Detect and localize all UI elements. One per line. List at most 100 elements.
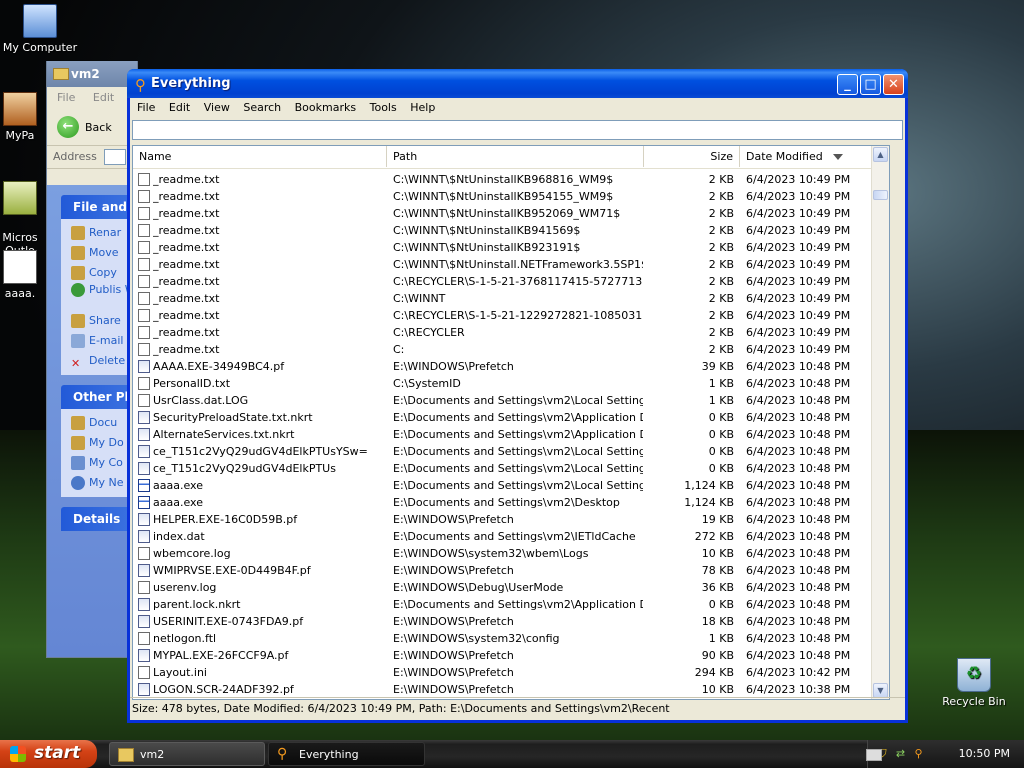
column-header-name[interactable]: Name bbox=[133, 146, 387, 167]
result-row[interactable]: AAAA.EXE-34949BC4.pf E:\WINDOWS\Prefetch 3… bbox=[133, 358, 889, 375]
column-header-path[interactable]: Path bbox=[387, 146, 644, 167]
result-row[interactable]: aaaa.exe E:\Documents and Settings\vm2\Lo… bbox=[133, 477, 889, 494]
column-header-date-modified[interactable]: Date Modified bbox=[740, 146, 889, 167]
desktop-icon-aaaa[interactable]: aaaa. bbox=[0, 250, 50, 300]
result-row[interactable]: netlogon.ftl E:\WINDOWS\system32\config 1 … bbox=[133, 630, 889, 647]
everything-title-bar[interactable]: ⚲ Everything _ □ ✕ bbox=[127, 69, 908, 98]
menu-view[interactable]: View bbox=[204, 101, 230, 114]
menu-edit[interactable]: Edit bbox=[93, 91, 114, 104]
copy-icon bbox=[71, 266, 85, 280]
maximize-button[interactable]: □ bbox=[860, 74, 881, 95]
result-row[interactable]: _readme.txt C:\WINNT\$NtUninstall.NETFram… bbox=[133, 256, 889, 273]
result-row[interactable]: aaaa.exe E:\Documents and Settings\vm2\De… bbox=[133, 494, 889, 511]
other-places-header[interactable]: Other Pla bbox=[61, 385, 137, 409]
back-button[interactable]: Back bbox=[85, 121, 112, 134]
menu-file[interactable]: File bbox=[137, 101, 155, 114]
result-path: E:\Documents and Settings\vm2\Local Sett… bbox=[393, 445, 643, 458]
result-row[interactable]: _readme.txt C:\WINNT\$NtUninstallKB923191… bbox=[133, 239, 889, 256]
taskbar-button-label: Everything bbox=[299, 748, 359, 761]
keyboard-icon[interactable] bbox=[866, 749, 882, 761]
result-row[interactable]: _readme.txt C:\RECYCLER\S-1-5-21-37681174… bbox=[133, 273, 889, 290]
menu-bookmarks[interactable]: Bookmarks bbox=[295, 101, 356, 114]
scroll-up-button[interactable]: ▲ bbox=[873, 147, 888, 162]
address-input[interactable] bbox=[104, 149, 127, 165]
result-date: 6/4/2023 10:48 PM bbox=[746, 462, 851, 475]
result-path: E:\WINDOWS\Prefetch bbox=[393, 564, 514, 577]
menu-tools[interactable]: Tools bbox=[370, 101, 397, 114]
desktop-icon-mypal[interactable]: MyPa bbox=[0, 92, 50, 142]
minimize-button[interactable]: _ bbox=[837, 74, 858, 95]
result-row[interactable]: Layout.ini E:\WINDOWS\Prefetch 294 KB 6/4/2… bbox=[133, 664, 889, 681]
scroll-down-button[interactable]: ▼ bbox=[873, 683, 888, 698]
desktop-icon-outlook[interactable]: Micros Outlo bbox=[0, 168, 50, 257]
everything-window[interactable]: ⚲ Everything _ □ ✕ File Edit View Search… bbox=[127, 69, 908, 723]
result-row[interactable]: SecurityPreloadState.txt.nkrt E:\Document… bbox=[133, 409, 889, 426]
result-path: E:\WINDOWS\Debug\UserMode bbox=[393, 581, 564, 594]
magnifier-icon[interactable]: ⚲ bbox=[912, 747, 925, 760]
results-list[interactable]: Name Path Size Date Modified _readme.txt… bbox=[132, 145, 890, 700]
result-row[interactable]: UsrClass.dat.LOG E:\Documents and Setting… bbox=[133, 392, 889, 409]
result-name: PersonalID.txt bbox=[153, 377, 231, 390]
result-size: 1,124 KB bbox=[684, 496, 734, 509]
result-path: E:\Documents and Settings\vm2\Applicatio… bbox=[393, 411, 643, 424]
result-row[interactable]: WMIPRVSE.EXE-0D449B4F.pf E:\WINDOWS\Prefe… bbox=[133, 562, 889, 579]
explorer-window[interactable]: vm2 File Edit ← Back Address File and F … bbox=[46, 61, 138, 658]
result-row[interactable]: MYPAL.EXE-26FCCF9A.pf E:\WINDOWS\Prefetch… bbox=[133, 647, 889, 664]
file-icon bbox=[138, 598, 150, 611]
result-row[interactable]: ce_T151c2VyQ29udGV4dElkPTUs E:\Documents … bbox=[133, 460, 889, 477]
result-path: E:\WINDOWS\Prefetch bbox=[393, 360, 514, 373]
start-button[interactable]: start bbox=[0, 740, 97, 768]
result-row[interactable]: _readme.txt C:\WINNT\$NtUninstallKB954155… bbox=[133, 188, 889, 205]
result-date: 6/4/2023 10:49 PM bbox=[746, 224, 851, 237]
result-row[interactable]: HELPER.EXE-16C0D59B.pf E:\WINDOWS\Prefetc… bbox=[133, 511, 889, 528]
result-row[interactable]: userenv.log E:\WINDOWS\Debug\UserMode 36 K… bbox=[133, 579, 889, 596]
menu-search[interactable]: Search bbox=[243, 101, 281, 114]
result-row[interactable]: _readme.txt C:\RECYCLER\S-1-5-21-12292728… bbox=[133, 307, 889, 324]
network-icon[interactable]: ⇄ bbox=[894, 747, 907, 760]
taskbar-button-vm2[interactable]: vm2 bbox=[109, 742, 265, 766]
outlook-icon bbox=[3, 181, 37, 215]
scroll-thumb[interactable] bbox=[873, 190, 888, 200]
result-row[interactable]: _readme.txt C: 2 KB 6/4/2023 10:49 PM bbox=[133, 341, 889, 358]
column-header-size[interactable]: Size bbox=[644, 146, 740, 167]
result-row[interactable]: AlternateServices.txt.nkrt E:\Documents a… bbox=[133, 426, 889, 443]
back-arrow-icon[interactable]: ← bbox=[57, 116, 79, 138]
result-row[interactable]: _readme.txt C:\WINNT\$NtUninstallKB968816… bbox=[133, 171, 889, 188]
file-tasks-header[interactable]: File and F bbox=[61, 195, 137, 238]
menu-file[interactable]: File bbox=[57, 91, 75, 104]
result-path: E:\WINDOWS\Prefetch bbox=[393, 683, 514, 696]
result-size: 2 KB bbox=[708, 224, 734, 237]
result-row[interactable]: PersonalID.txt C:\SystemID 1 KB 6/4/2023 10… bbox=[133, 375, 889, 392]
result-row[interactable]: _readme.txt C:\WINNT 2 KB 6/4/2023 10:49 PM bbox=[133, 290, 889, 307]
desktop-icon-recycle-bin[interactable]: ♻ Recycle Bin bbox=[934, 658, 1014, 708]
result-date: 6/4/2023 10:48 PM bbox=[746, 598, 851, 611]
result-row[interactable]: _readme.txt C:\RECYCLER 2 KB 6/4/2023 10:49… bbox=[133, 324, 889, 341]
result-row[interactable]: ce_T151c2VyQ29udGV4dElkPTUsYSw= E:\Docume… bbox=[133, 443, 889, 460]
file-icon bbox=[138, 564, 150, 577]
taskbar-button-everything[interactable]: ⚲ Everything bbox=[268, 742, 425, 766]
result-row[interactable]: _readme.txt C:\WINNT\$NtUninstallKB952069… bbox=[133, 205, 889, 222]
close-button[interactable]: ✕ bbox=[883, 74, 904, 95]
result-row[interactable]: _readme.txt C:\WINNT\$NtUninstallKB941569… bbox=[133, 222, 889, 239]
clock[interactable]: 10:50 PM bbox=[959, 740, 1010, 768]
result-row[interactable]: index.dat E:\Documents and Settings\vm2\I… bbox=[133, 528, 889, 545]
desktop-icon-label: My Computer bbox=[2, 41, 78, 54]
menu-edit[interactable]: Edit bbox=[169, 101, 190, 114]
menu-help[interactable]: Help bbox=[410, 101, 435, 114]
result-row[interactable]: LOGON.SCR-24ADF392.pf E:\WINDOWS\Prefetch… bbox=[133, 681, 889, 698]
search-input[interactable] bbox=[132, 120, 903, 140]
text-file-icon bbox=[138, 292, 150, 305]
details-header[interactable]: Details bbox=[61, 507, 137, 531]
explorer-title-bar[interactable]: vm2 bbox=[47, 61, 137, 87]
vertical-scrollbar[interactable]: ▲ ▼ bbox=[871, 146, 889, 699]
result-row[interactable]: USERINIT.EXE-0743FDA9.pf E:\WINDOWS\Prefe… bbox=[133, 613, 889, 630]
result-row[interactable]: parent.lock.nkrt E:\Documents and Setting… bbox=[133, 596, 889, 613]
sort-descending-icon bbox=[832, 154, 843, 160]
result-size: 1 KB bbox=[708, 394, 734, 407]
result-size: 2 KB bbox=[708, 241, 734, 254]
desktop-icon-my-computer[interactable]: My Computer bbox=[0, 4, 80, 54]
result-path: E:\Documents and Settings\vm2\Desktop bbox=[393, 496, 620, 509]
result-name: _readme.txt bbox=[153, 224, 220, 237]
result-row[interactable]: wbemcore.log E:\WINDOWS\system32\wbem\Log… bbox=[133, 545, 889, 562]
result-date: 6/4/2023 10:48 PM bbox=[746, 360, 851, 373]
